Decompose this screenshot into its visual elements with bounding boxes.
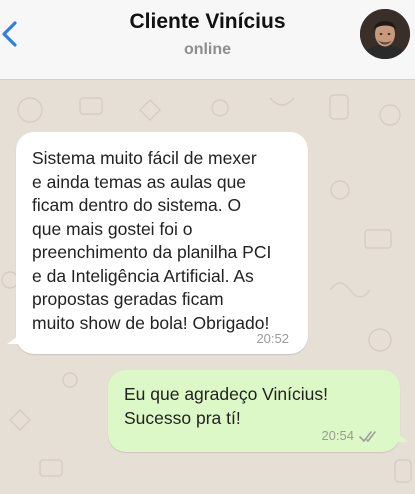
- chat-area[interactable]: Sistema muito fácil de mexer e ainda tem…: [0, 80, 415, 494]
- chat-header: Cliente Vinícius online: [0, 0, 415, 80]
- bubble-tail: [7, 334, 21, 344]
- contact-status: online: [183, 41, 232, 58]
- bubble-tail: [395, 432, 409, 442]
- double-check-icon: [359, 431, 376, 442]
- avatar-photo: [360, 9, 410, 59]
- message-text: Eu que agradeço Vinícius! Sucesso pra tí…: [124, 384, 328, 428]
- incoming-message-bubble[interactable]: Sistema muito fácil de mexer e ainda tem…: [7, 132, 308, 354]
- message-time: 20:52: [256, 331, 289, 346]
- message-text: Sistema muito fácil de mexer e ainda tem…: [32, 148, 272, 333]
- contact-name[interactable]: Cliente Vinícius: [0, 10, 415, 34]
- message-time: 20:54: [321, 428, 354, 443]
- outgoing-message-bubble[interactable]: Eu que agradeço Vinícius! Sucesso pra tí…: [108, 370, 409, 452]
- avatar[interactable]: [360, 9, 410, 59]
